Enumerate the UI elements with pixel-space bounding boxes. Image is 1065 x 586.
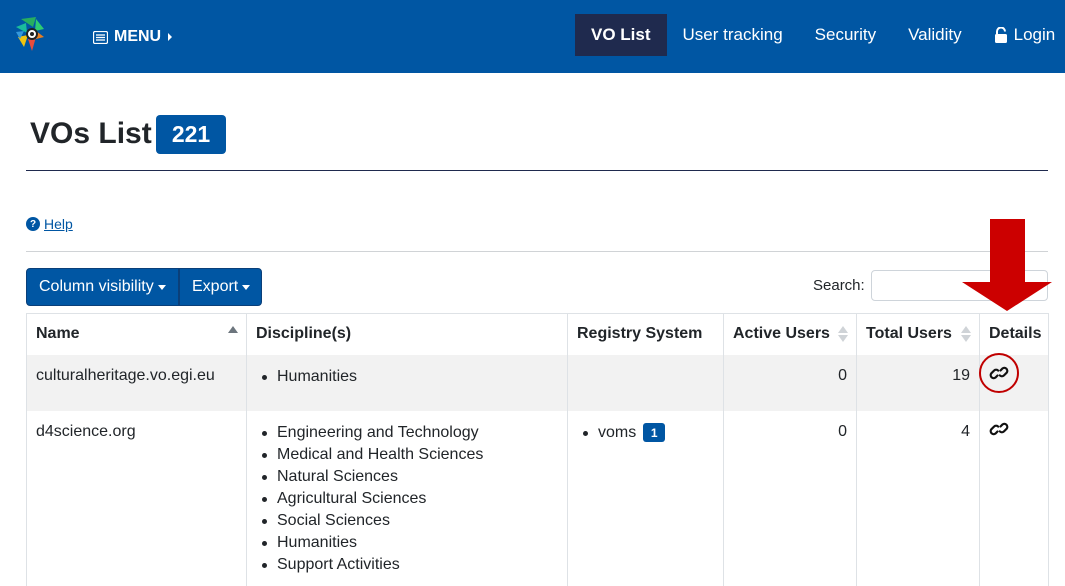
export-button[interactable]: Export xyxy=(179,268,262,306)
col-header-name-label: Name xyxy=(36,325,80,343)
cell-total-users: 4 xyxy=(856,410,980,586)
cell-total-users: 19 xyxy=(856,354,980,411)
cell-name: d4science.org xyxy=(26,410,247,586)
cell-disciplines: Engineering and Technology Medical and H… xyxy=(246,410,568,586)
table-header-row: Name Discipline(s) Registry System Activ… xyxy=(26,313,1049,355)
lock-icon xyxy=(994,27,1008,43)
col-header-registry-label: Registry System xyxy=(577,325,703,343)
caret-right-icon xyxy=(168,33,173,41)
cell-active-users: 0 xyxy=(723,354,857,411)
discipline-item: Humanities xyxy=(262,531,558,555)
col-header-disciplines-label: Discipline(s) xyxy=(256,325,352,343)
question-circle-icon: ? xyxy=(26,217,40,231)
help-label: Help xyxy=(44,216,73,232)
cell-disciplines: Humanities xyxy=(246,354,568,411)
col-header-active-users[interactable]: Active Users xyxy=(723,313,857,355)
registry-item: voms 1 xyxy=(583,421,714,445)
cell-name: culturalheritage.vo.egi.eu xyxy=(26,354,247,411)
table-row: culturalheritage.vo.egi.eu Humanities 0 … xyxy=(26,354,1049,411)
section-divider xyxy=(26,251,1048,252)
column-visibility-button[interactable]: Column visibility xyxy=(26,268,179,306)
discipline-item: Support Activities xyxy=(262,553,558,577)
search-label: Search: xyxy=(813,277,865,294)
col-header-registry: Registry System xyxy=(567,313,724,355)
sort-asc-icon xyxy=(228,326,238,344)
registry-label: voms xyxy=(598,423,637,441)
nav-item-validity[interactable]: Validity xyxy=(908,14,962,56)
login-label: Login xyxy=(1013,25,1056,44)
export-label: Export xyxy=(192,278,239,295)
vo-count-badge: 221 xyxy=(156,115,226,154)
menu-button[interactable]: MENU xyxy=(93,26,173,48)
cell-registry: voms 1 xyxy=(567,410,724,586)
registry-count-badge: 1 xyxy=(643,423,666,442)
cell-active-users: 0 xyxy=(723,410,857,586)
help-link[interactable]: ? Help xyxy=(26,216,73,232)
col-header-disciplines: Discipline(s) xyxy=(246,313,568,355)
cell-details xyxy=(979,410,1049,586)
app-logo-icon[interactable] xyxy=(16,17,46,53)
discipline-item: Agricultural Sciences xyxy=(262,487,558,511)
nav-item-security[interactable]: Security xyxy=(815,14,876,56)
col-header-total-users-label: Total Users xyxy=(866,325,952,343)
col-header-active-users-label: Active Users xyxy=(733,325,830,343)
highlight-circle xyxy=(979,353,1019,393)
discipline-item: Humanities xyxy=(262,365,558,389)
discipline-item: Social Sciences xyxy=(262,509,558,533)
menu-label: MENU xyxy=(114,28,162,45)
nav-item-login[interactable]: Login xyxy=(994,14,1056,56)
page-title: VOs List xyxy=(30,117,152,150)
cell-registry xyxy=(567,354,724,411)
col-header-details-label: Details xyxy=(989,325,1042,343)
top-navbar: MENU VO List User tracking Security Vali… xyxy=(0,0,1065,73)
col-header-name[interactable]: Name xyxy=(26,313,247,355)
link-icon[interactable] xyxy=(989,421,1009,437)
table-button-group: Column visibility Export xyxy=(26,268,262,306)
main-nav: VO List User tracking Security Validity … xyxy=(575,14,1055,56)
nav-item-user-tracking[interactable]: User tracking xyxy=(683,14,783,56)
col-header-total-users[interactable]: Total Users xyxy=(856,313,980,355)
title-divider xyxy=(26,170,1048,171)
discipline-item: Natural Sciences xyxy=(262,465,558,489)
sort-icon xyxy=(961,326,971,344)
caret-down-icon xyxy=(157,284,166,290)
discipline-item: Engineering and Technology xyxy=(262,421,558,445)
arrow-down-icon xyxy=(962,219,1052,311)
table-row: d4science.org Engineering and Technology… xyxy=(26,410,1049,586)
sort-icon xyxy=(838,326,848,344)
nav-item-vo-list[interactable]: VO List xyxy=(575,14,667,56)
vo-table: Name Discipline(s) Registry System Activ… xyxy=(26,313,1049,586)
list-icon xyxy=(93,30,108,44)
column-visibility-label: Column visibility xyxy=(39,278,154,295)
discipline-item: Medical and Health Sciences xyxy=(262,443,558,467)
col-header-details: Details xyxy=(979,313,1049,355)
caret-down-icon xyxy=(242,284,251,290)
